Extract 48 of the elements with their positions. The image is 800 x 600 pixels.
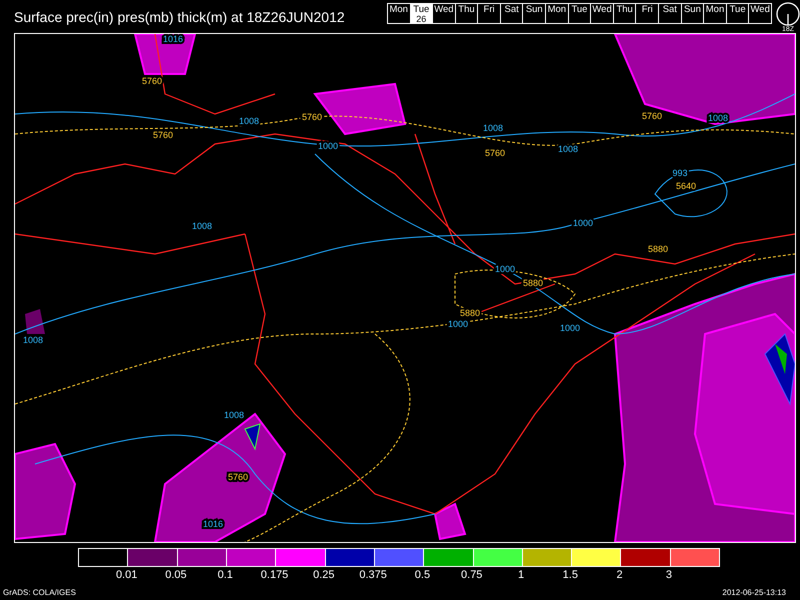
day-tab[interactable]: Wed — [591, 4, 614, 23]
contour-label: 1008 — [224, 410, 244, 420]
chart-title: Surface prec(in) pres(mb) thick(m) at 18Z26JUN2012 — [13, 8, 346, 25]
day-tab[interactable]: Thu — [614, 4, 636, 23]
day-tab[interactable]: Tue — [726, 4, 750, 23]
scale-label: 0.175 — [260, 569, 290, 581]
contour-label: 1016 — [202, 519, 224, 529]
contour-label: 1008 — [558, 144, 578, 154]
scale-label: 0.1 — [216, 569, 234, 581]
scale-label: 0.05 — [164, 569, 188, 581]
contour-label: 5760 — [152, 130, 174, 140]
contour-label: 5760 — [142, 76, 162, 86]
contour-label: 5760 — [642, 111, 662, 121]
day-tab[interactable]: Tue — [568, 4, 592, 23]
contour-label: 5760 — [484, 148, 506, 158]
timestamp: 2012-06-25-13:13 — [722, 588, 786, 597]
credit-text: GrADS: COLA/IGES — [3, 588, 76, 597]
scale-label: 0.25 — [312, 569, 336, 581]
day-tab[interactable]: Wed — [433, 4, 456, 23]
scale-label: 1.5 — [562, 569, 579, 581]
contour-label: 5760 — [302, 112, 322, 122]
day-tab[interactable]: Mon — [546, 4, 569, 23]
contour-label: 1008 — [192, 221, 212, 231]
scale-label: 0.75 — [460, 569, 484, 581]
contour-label: 5880 — [460, 308, 480, 318]
scale-label: 1 — [516, 569, 526, 581]
contour-label: 1008 — [238, 116, 260, 126]
contour-label: 5640 — [676, 181, 696, 191]
scale-label: 2 — [616, 569, 624, 581]
contour-label: 1000 — [448, 319, 468, 329]
contour-label: 1000 — [560, 323, 580, 333]
contour-label: 1008 — [482, 123, 504, 133]
scale-label: 0.01 — [114, 569, 138, 581]
day-tab[interactable]: Sun — [682, 4, 704, 23]
day-tab[interactable]: Thu — [456, 4, 478, 23]
day-tab[interactable]: Sun — [523, 4, 546, 23]
clock-icon — [776, 2, 800, 26]
contour-label: 5760 — [228, 472, 248, 482]
contour-label: 1008 — [22, 335, 44, 345]
contour-label: 5880 — [648, 244, 668, 254]
contour-label: 1016 — [162, 34, 184, 44]
scale-label: 3 — [664, 569, 673, 581]
day-tab[interactable]: Tue 26 — [410, 4, 434, 23]
scale-label: 0.375 — [358, 569, 388, 581]
day-tab[interactable]: Mon — [388, 4, 410, 23]
day-tab[interactable]: Mon — [704, 4, 727, 23]
scale-label: 0.5 — [414, 569, 432, 581]
contour-label: 1008 — [708, 113, 728, 123]
